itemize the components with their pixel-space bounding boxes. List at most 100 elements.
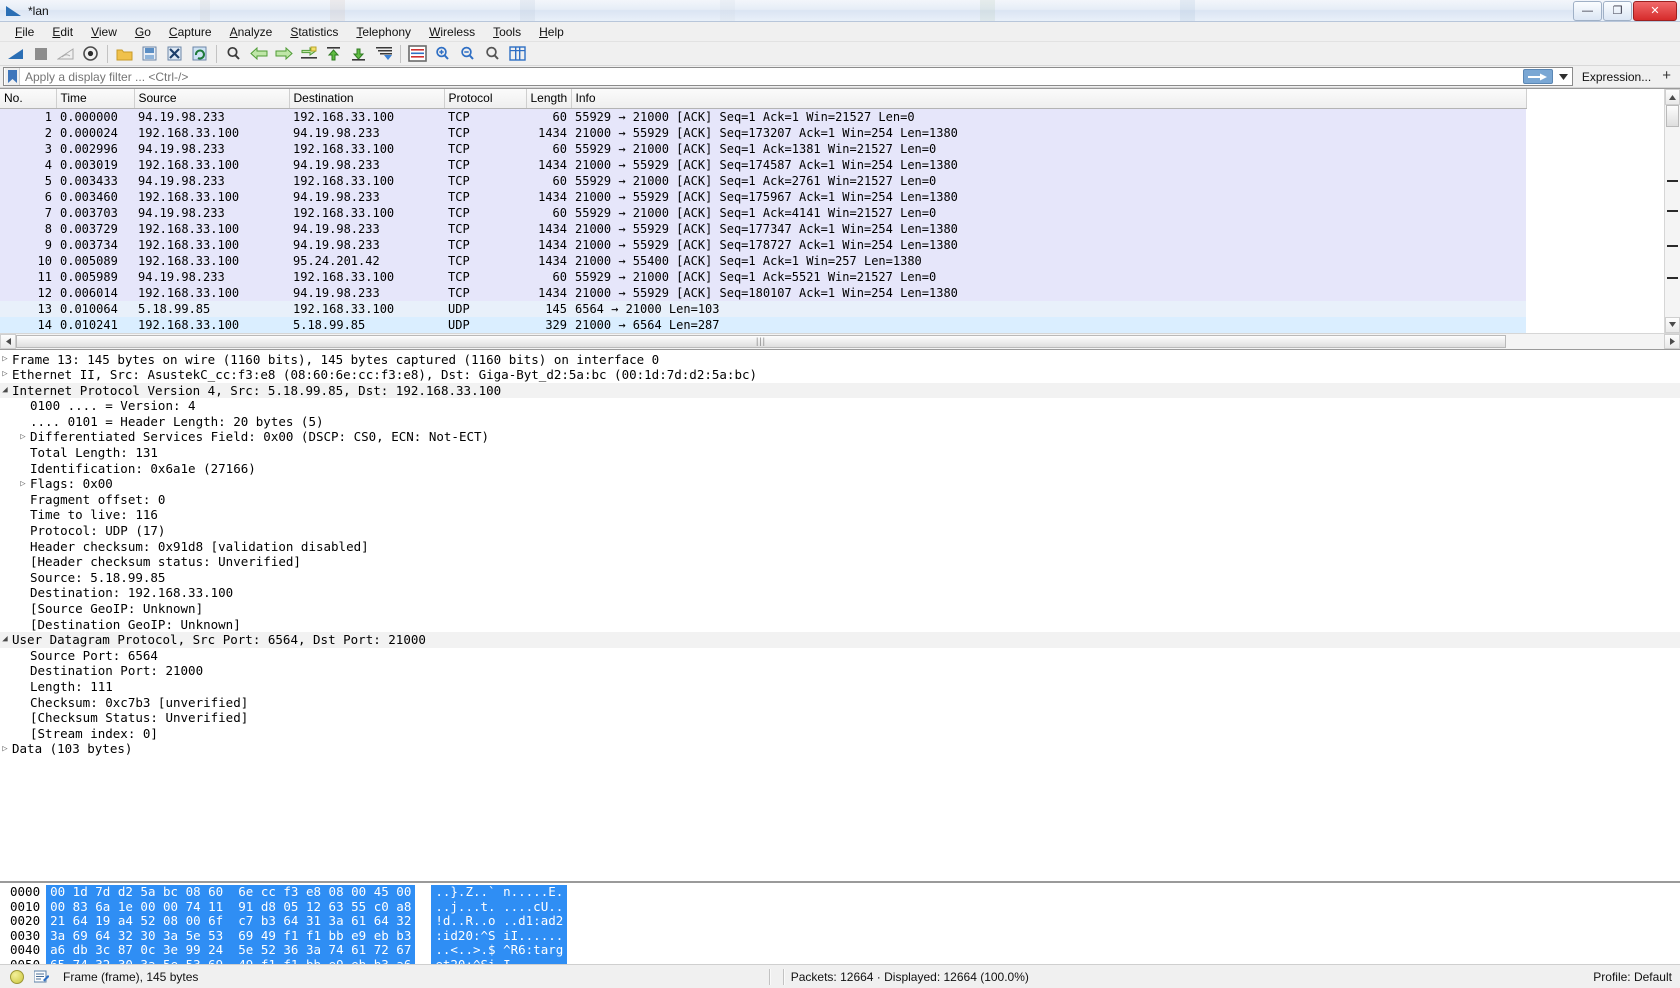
colorize-packets-icon[interactable] xyxy=(405,43,430,65)
detail-row[interactable]: ▷ Ethernet II, Src: AsustekC_cc:f3:e8 (08… xyxy=(0,367,1680,383)
find-packet-icon[interactable] xyxy=(221,43,246,65)
triangle-right-icon[interactable]: ▷ xyxy=(18,479,28,489)
add-filter-button[interactable]: + xyxy=(1660,67,1677,86)
table-row[interactable]: 10 0.005089 192.168.33.100 95.24.201.42 TCP 1… xyxy=(0,252,1526,269)
menu-tools[interactable]: Tools xyxy=(484,23,530,41)
menu-telephony[interactable]: Telephony xyxy=(347,23,420,41)
expert-info-icon[interactable] xyxy=(10,969,24,984)
chevron-down-icon[interactable] xyxy=(1555,68,1572,85)
zoom-reset-icon[interactable] xyxy=(480,43,505,65)
detail-row[interactable]: Time to live: 116 xyxy=(0,507,1680,523)
detail-row[interactable]: Total Length: 131 xyxy=(0,445,1680,461)
go-forward-icon[interactable] xyxy=(271,43,296,65)
detail-row[interactable]: .... 0101 = Header Length: 20 bytes (5) xyxy=(0,414,1680,430)
table-row[interactable]: 11 0.005989 94.19.98.233 192.168.33.100 TCP 6… xyxy=(0,268,1526,285)
arrow-right-icon[interactable] xyxy=(1522,69,1553,84)
detail-row[interactable]: [Source GeoIP: Unknown] xyxy=(0,601,1680,617)
expression-button[interactable]: Expression... xyxy=(1576,70,1657,84)
column-header-destination[interactable]: Destination xyxy=(289,89,445,109)
table-row[interactable]: 1 0.000000 94.19.98.233 192.168.33.100 TCP 60… xyxy=(0,108,1526,125)
open-file-icon[interactable] xyxy=(112,43,137,65)
go-first-packet-icon[interactable] xyxy=(321,43,346,65)
column-header-no[interactable]: No. xyxy=(0,89,57,109)
table-row[interactable]: 2 0.000024 192.168.33.100 94.19.98.233 TCP 14… xyxy=(0,124,1526,141)
menu-analyze[interactable]: Analyze xyxy=(221,23,282,41)
horizontal-scroll-thumb[interactable]: ||| xyxy=(16,334,1506,348)
close-button[interactable]: ✕ xyxy=(1633,1,1677,21)
detail-row[interactable]: Fragment offset: 0 xyxy=(0,492,1680,508)
stop-capture-icon[interactable] xyxy=(28,43,53,65)
close-file-icon[interactable] xyxy=(162,43,187,65)
restart-capture-icon[interactable] xyxy=(53,43,78,65)
packet-list-vertical-scrollbar[interactable] xyxy=(1664,89,1680,333)
table-row[interactable]: 8 0.003729 192.168.33.100 94.19.98.233 TCP 14… xyxy=(0,220,1526,237)
start-capture-icon[interactable] xyxy=(3,43,28,65)
menu-edit[interactable]: Edit xyxy=(43,23,82,41)
detail-row[interactable]: [Header checksum status: Unverified] xyxy=(0,554,1680,570)
detail-row[interactable]: 0100 .... = Version: 4 xyxy=(0,398,1680,414)
packet-list-horizontal-scrollbar[interactable]: ||| xyxy=(0,332,1680,349)
scroll-left-icon[interactable] xyxy=(0,333,16,349)
go-back-icon[interactable] xyxy=(246,43,271,65)
table-row[interactable]: 9 0.003734 192.168.33.100 94.19.98.233 TCP 14… xyxy=(0,236,1526,253)
triangle-right-icon[interactable]: ▷ xyxy=(0,354,10,364)
menu-wireless[interactable]: Wireless xyxy=(420,23,484,41)
hex-ascii-column[interactable]: ..}.Z..` n.....E. ..j...t. ....cU.. !d..R.… xyxy=(431,884,568,964)
table-row[interactable]: 12 0.006014 192.168.33.100 94.19.98.233 TCP 1… xyxy=(0,284,1526,301)
detail-row[interactable]: Destination Port: 21000 xyxy=(0,663,1680,679)
detail-row[interactable]: ▷ Flags: 0x00 xyxy=(0,476,1680,492)
menu-statistics[interactable]: Statistics xyxy=(281,23,347,41)
column-header-time[interactable]: Time xyxy=(56,89,135,109)
column-header-protocol[interactable]: Protocol xyxy=(444,89,527,109)
detail-row[interactable]: Identification: 0x6a1e (27166) xyxy=(0,461,1680,477)
table-row[interactable]: 4 0.003019 192.168.33.100 94.19.98.233 TCP 14… xyxy=(0,156,1526,173)
detail-row[interactable]: Destination: 192.168.33.100 xyxy=(0,585,1680,601)
table-row[interactable]: 5 0.003433 94.19.98.233 192.168.33.100 TCP 60… xyxy=(0,172,1526,189)
triangle-down-icon[interactable]: ◢ xyxy=(0,635,10,644)
go-to-packet-icon[interactable] xyxy=(296,43,321,65)
detail-row[interactable]: [Stream index: 0] xyxy=(0,726,1680,742)
table-row[interactable]: 13 0.010064 5.18.99.85 192.168.33.100 UDP 145… xyxy=(0,300,1526,317)
column-header-source[interactable]: Source xyxy=(134,89,290,109)
detail-row[interactable]: ▷ Frame 13: 145 bytes on wire (1160 bits)… xyxy=(0,352,1680,368)
display-filter-box[interactable] xyxy=(3,67,1573,86)
zoom-out-icon[interactable] xyxy=(455,43,480,65)
table-row[interactable]: 7 0.003703 94.19.98.233 192.168.33.100 TCP 60… xyxy=(0,204,1526,221)
column-header-info[interactable]: Info xyxy=(571,89,1527,109)
triangle-right-icon[interactable]: ▷ xyxy=(18,432,28,442)
horizontal-scroll-track[interactable]: ||| xyxy=(16,333,1664,349)
table-row[interactable]: 3 0.002996 94.19.98.233 192.168.33.100 TCP 60… xyxy=(0,140,1526,157)
detail-row[interactable]: Checksum: 0xc7b3 [unverified] xyxy=(0,695,1680,711)
vertical-scroll-track[interactable] xyxy=(1665,105,1680,317)
detail-row[interactable]: Protocol: UDP (17) xyxy=(0,523,1680,539)
save-file-icon[interactable] xyxy=(137,43,162,65)
detail-row[interactable]: [Destination GeoIP: Unknown] xyxy=(0,617,1680,633)
detail-row[interactable]: ▷ Data (103 bytes) xyxy=(0,741,1680,757)
maximize-button[interactable]: ❐ xyxy=(1603,1,1632,21)
scroll-up-icon[interactable] xyxy=(1665,89,1680,105)
search-input[interactable] xyxy=(20,68,1523,85)
detail-row[interactable]: Source Port: 6564 xyxy=(0,648,1680,664)
detail-row[interactable]: Header checksum: 0x91d8 [validation disa… xyxy=(0,539,1680,555)
menu-help[interactable]: Help xyxy=(530,23,573,41)
scroll-down-icon[interactable] xyxy=(1665,316,1680,333)
vertical-scroll-thumb[interactable] xyxy=(1666,105,1679,127)
triangle-right-icon[interactable]: ▷ xyxy=(0,744,10,754)
scroll-right-icon[interactable] xyxy=(1664,333,1680,349)
capture-comment-icon[interactable] xyxy=(33,970,49,984)
detail-row[interactable]: Length: 111 xyxy=(0,679,1680,695)
bookmark-icon[interactable] xyxy=(5,68,20,85)
detail-row[interactable]: Source: 5.18.99.85 xyxy=(0,570,1680,586)
detail-row[interactable]: [Checksum Status: Unverified] xyxy=(0,710,1680,726)
go-last-packet-icon[interactable] xyxy=(346,43,371,65)
column-header-length[interactable]: Length xyxy=(526,89,572,109)
packet-details-pane[interactable]: ▷ Frame 13: 145 bytes on wire (1160 bits)… xyxy=(0,349,1680,882)
table-row[interactable]: 6 0.003460 192.168.33.100 94.19.98.233 TCP 14… xyxy=(0,188,1526,205)
menu-view[interactable]: View xyxy=(82,23,126,41)
menu-file[interactable]: File xyxy=(6,23,43,41)
reload-file-icon[interactable] xyxy=(187,43,212,65)
triangle-down-icon[interactable]: ◢ xyxy=(0,385,10,395)
table-row[interactable]: 14 0.010241 192.168.33.100 5.18.99.85 UDP 329… xyxy=(0,316,1526,333)
detail-row[interactable]: ▷ Differentiated Services Field: 0x00 (DS… xyxy=(0,429,1680,445)
capture-options-icon[interactable] xyxy=(78,43,103,65)
